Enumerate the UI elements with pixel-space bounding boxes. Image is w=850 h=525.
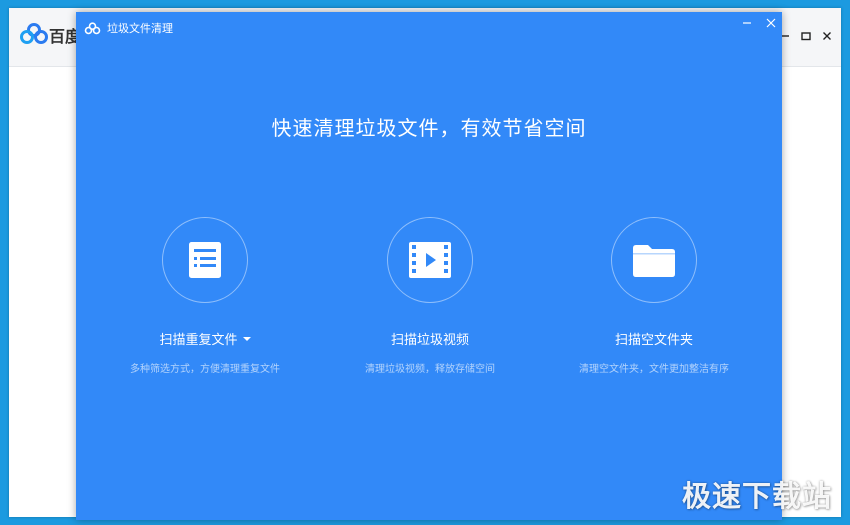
feature-description: 清理垃圾视频，释放存储空间 (365, 364, 495, 375)
scan-junk-videos-button[interactable] (387, 217, 473, 303)
feature-label: 扫描重复文件 (159, 333, 238, 348)
feature-description: 清理空文件夹，文件更加整洁有序 (579, 364, 729, 375)
scan-junk-videos-label[interactable]: 扫描垃圾视频 (391, 329, 469, 348)
dialog-titlebar[interactable]: 垃圾文件清理 (76, 12, 782, 42)
dialog-title: 垃圾文件清理 (107, 22, 173, 35)
duplicate-list-icon (188, 241, 222, 279)
feature-scan-duplicate-files: 扫描重复文件 多种筛选方式，方便清理重复文件 (90, 217, 320, 375)
chevron-down-icon (242, 336, 251, 341)
minimize-icon[interactable] (739, 15, 755, 31)
folder-icon (631, 242, 677, 278)
headline: 快速清理垃圾文件，有效节省空间 (271, 116, 587, 140)
site-watermark: 极速下载站 (681, 479, 832, 513)
scan-empty-folders-label[interactable]: 扫描空文件夹 (615, 329, 693, 348)
background-window-controls (774, 26, 837, 46)
maximize-icon[interactable] (795, 26, 816, 46)
feature-description: 多种筛选方式，方便清理重复文件 (130, 364, 280, 375)
feature-label: 扫描垃圾视频 (390, 333, 469, 348)
feature-scan-junk-videos: 扫描垃圾视频 清理垃圾视频，释放存储空间 (315, 217, 545, 375)
scan-empty-folders-button[interactable] (611, 217, 697, 303)
junk-file-cleanup-dialog: 垃圾文件清理 快速清理垃圾文件，有效节省空间 扫描重复文件 多种筛选方式，方便清… (76, 12, 782, 520)
feature-scan-empty-folders: 扫描空文件夹 清理空文件夹，文件更加整洁有序 (539, 217, 769, 375)
close-icon[interactable] (816, 26, 837, 46)
baidu-netdisk-cloud-icon (19, 22, 49, 46)
close-icon[interactable] (763, 15, 779, 31)
video-film-icon (408, 241, 452, 279)
scan-duplicate-files-dropdown[interactable]: 扫描重复文件 (159, 329, 251, 348)
scan-duplicate-files-button[interactable] (162, 217, 248, 303)
feature-label: 扫描空文件夹 (614, 333, 693, 348)
baidu-netdisk-cloud-icon (84, 20, 101, 35)
